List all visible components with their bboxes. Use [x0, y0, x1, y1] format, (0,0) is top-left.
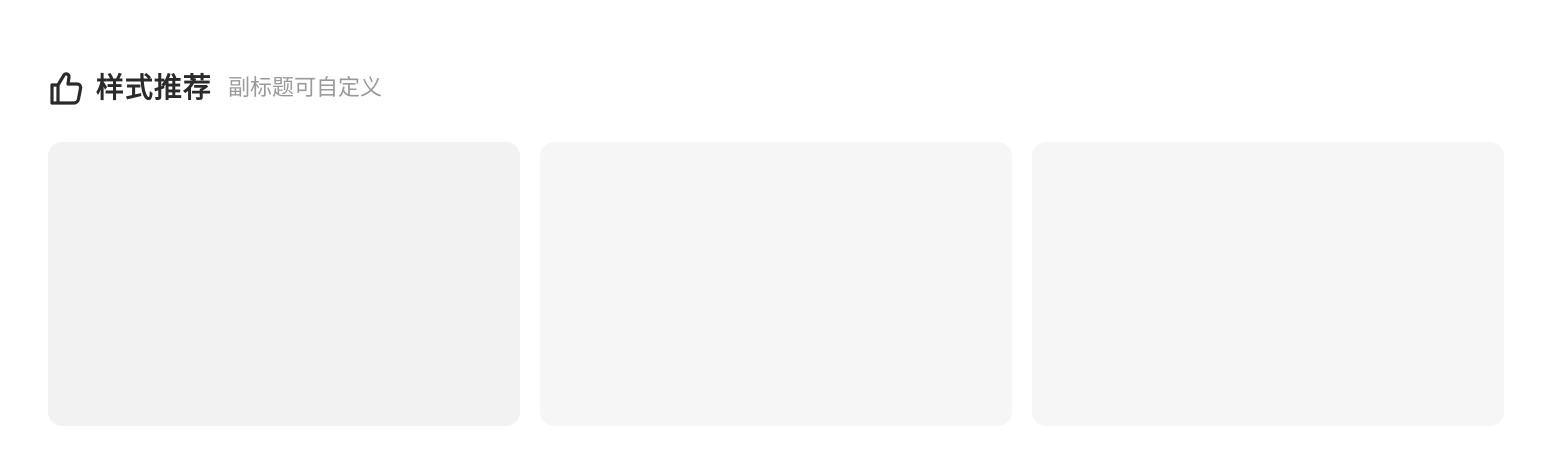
recommendation-card-1[interactable]	[48, 142, 520, 426]
card-row	[48, 142, 1504, 426]
thumbs-up-icon	[48, 70, 84, 106]
recommendation-card-2[interactable]	[540, 142, 1012, 426]
section-title: 样式推荐	[96, 71, 213, 104]
section-subtitle: 副标题可自定义	[228, 76, 383, 101]
section-header: 样式推荐 副标题可自定义	[48, 68, 382, 108]
recommendation-card-3[interactable]	[1032, 142, 1504, 426]
